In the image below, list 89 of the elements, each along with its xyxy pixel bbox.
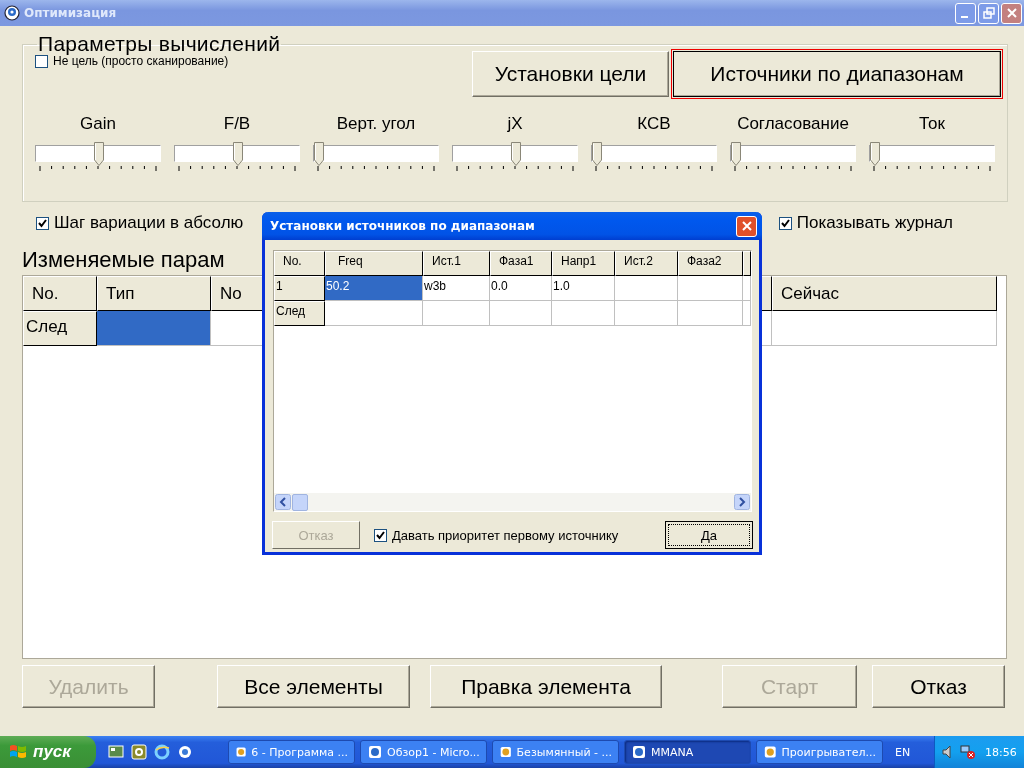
row-header[interactable]: 1	[274, 276, 325, 301]
slider-thumb[interactable]	[870, 142, 880, 166]
checkmark-icon	[376, 530, 385, 540]
column-header[interactable]: Ист.1	[423, 251, 490, 276]
checkmark-icon	[780, 218, 790, 228]
action-button[interactable]: Правка элемента	[430, 665, 662, 708]
close-button[interactable]	[1001, 2, 1022, 24]
restore-button[interactable]	[978, 2, 999, 24]
column-header[interactable]: Сейчас	[772, 276, 997, 311]
toolbar-button[interactable]: Источники по диапазонам	[673, 51, 1001, 97]
slider-label: F/B	[223, 114, 251, 135]
grid-cell[interactable]: 0.0	[490, 276, 552, 301]
grid-cell[interactable]	[490, 301, 552, 326]
grid-cell[interactable]	[615, 301, 678, 326]
column-header[interactable]: No.	[274, 251, 325, 276]
column-header[interactable]: Напр1	[552, 251, 615, 276]
taskbar-button[interactable]: Проигрывател...	[756, 740, 883, 764]
ok-button[interactable]: Да	[665, 521, 753, 549]
grid-cell[interactable]	[552, 301, 615, 326]
grid-cell[interactable]	[325, 301, 423, 326]
column-header[interactable]: Фаза2	[678, 251, 743, 276]
slider-thumb[interactable]	[592, 142, 602, 166]
row-header[interactable]: След	[274, 301, 325, 326]
language-indicator[interactable]: EN	[895, 745, 911, 759]
close-icon	[1005, 7, 1018, 19]
media-icon[interactable]	[131, 744, 147, 760]
grid-cell[interactable]	[678, 301, 743, 326]
checkbox[interactable]: Давать приоритет первому источнику	[374, 527, 619, 543]
grid-cell[interactable]: 50.2	[325, 276, 423, 301]
column-header[interactable]: Ист.2	[615, 251, 678, 276]
checkbox[interactable]: Не цель (просто сканирование)	[35, 54, 229, 68]
globe-icon	[4, 5, 20, 21]
dialog-title: Установки источников по диапазонам	[270, 219, 536, 233]
slider-label: КСВ	[637, 114, 671, 135]
grid-cell[interactable]	[743, 301, 751, 326]
taskbar-button[interactable]: Безымянный - ...	[492, 740, 619, 764]
app-icon	[763, 744, 778, 760]
column-header[interactable]: Фаза1	[490, 251, 552, 276]
app-icon	[499, 744, 513, 760]
slider-thumb[interactable]	[511, 142, 521, 166]
row-header[interactable]: След	[23, 311, 97, 346]
taskbar-button[interactable]: Обзор1 - Micro...	[360, 740, 487, 764]
taskbar-button[interactable]: 6 - Программа ...	[228, 740, 355, 764]
slider-label: jX	[507, 114, 523, 135]
group-title: Параметры вычислений	[37, 32, 282, 56]
slider-thumb[interactable]	[94, 142, 104, 166]
grid-cell[interactable]	[743, 276, 751, 301]
desktop-icon[interactable]	[108, 744, 124, 760]
restore-icon	[982, 7, 995, 19]
column-header[interactable]	[743, 251, 751, 276]
minimize-icon	[960, 16, 968, 18]
slider-label: Gain	[80, 114, 116, 135]
action-button[interactable]: Отказ	[872, 665, 1005, 708]
grid-cell[interactable]: w3b	[423, 276, 490, 301]
table-cell[interactable]	[772, 311, 997, 346]
action-button[interactable]: Все элементы	[217, 665, 410, 708]
flag-icon	[8, 743, 28, 761]
scroll-thumb[interactable]	[292, 493, 308, 511]
clock: 18:56	[985, 745, 1017, 759]
grid-cell[interactable]: 1.0	[552, 276, 615, 301]
app-icon	[235, 744, 248, 760]
grid-cell[interactable]	[615, 276, 678, 301]
slider-label: Верт. угол	[336, 114, 416, 135]
window-title: Оптимизация	[24, 6, 118, 20]
section-title: Изменяемые парам	[22, 247, 225, 274]
toolbar-button[interactable]: Установки цели	[472, 51, 669, 97]
checkmark-icon	[38, 218, 47, 228]
network-error-icon[interactable]	[960, 744, 976, 760]
close-button[interactable]	[736, 215, 757, 237]
slider-label: Ток	[919, 114, 945, 135]
column-header[interactable]: Тип	[97, 276, 211, 311]
grid-cell[interactable]	[678, 276, 743, 301]
horizontal-scrollbar[interactable]	[274, 493, 751, 511]
slider-thumb[interactable]	[731, 142, 741, 166]
app-icon	[631, 744, 647, 760]
table-cell[interactable]	[97, 311, 211, 346]
slider-thumb[interactable]	[314, 142, 324, 166]
column-header[interactable]: No.	[23, 276, 97, 311]
grid-cell[interactable]	[423, 301, 490, 326]
minimize-button[interactable]	[955, 2, 976, 24]
checkbox[interactable]: Шаг вариации в абсолю	[36, 213, 244, 233]
column-header[interactable]: Freq	[325, 251, 423, 276]
close-icon	[740, 220, 753, 232]
app-icon	[367, 744, 383, 760]
taskbar-button[interactable]: MMANA	[624, 740, 751, 764]
slider-label: Согласование	[737, 114, 849, 135]
slider-thumb[interactable]	[233, 142, 243, 166]
start-button[interactable]: пуск	[0, 736, 96, 768]
checkbox[interactable]: Показывать журнал	[778, 213, 953, 233]
